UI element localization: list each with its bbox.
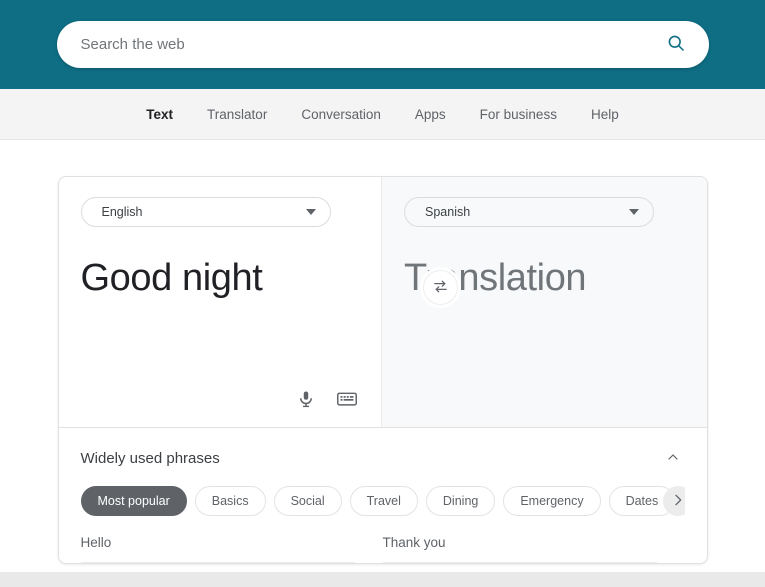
tab-conversation[interactable]: Conversation <box>284 89 398 140</box>
widely-used-phrases-section: Widely used phrases Most popular Basics … <box>58 428 707 563</box>
search-bar[interactable] <box>56 21 709 68</box>
phrases-header: Widely used phrases <box>81 446 685 470</box>
phrase-list: Hello Thank you <box>80 535 685 563</box>
source-language-label: English <box>101 205 143 219</box>
tab-for-business[interactable]: For business <box>463 89 574 140</box>
search-icon <box>666 33 686 56</box>
chip-emergency[interactable]: Emergency <box>503 486 601 516</box>
source-language-select[interactable]: English <box>80 197 331 227</box>
app-header <box>0 0 765 89</box>
chevron-right-icon <box>670 492 685 511</box>
nav-tabs: Text Translator Conversation Apps For bu… <box>0 89 765 140</box>
target-language-label: Spanish <box>425 205 471 219</box>
chip-basics[interactable]: Basics <box>194 486 266 516</box>
collapse-phrases-button[interactable] <box>661 446 685 470</box>
translator-panes: English Good night Spanish Translation <box>58 177 707 428</box>
phrase-category-chips: Most popular Basics Social Travel Dining… <box>80 486 685 516</box>
chip-travel[interactable]: Travel <box>349 486 418 516</box>
phrase-column-right: Thank you <box>382 535 685 563</box>
keyboard-icon <box>337 391 357 410</box>
source-tools <box>297 390 357 411</box>
chip-most-popular[interactable]: Most popular <box>80 486 187 516</box>
tab-apps[interactable]: Apps <box>398 89 463 140</box>
page-bottom-strip <box>0 572 765 587</box>
chevron-down-icon <box>305 209 316 215</box>
swap-arrows-icon <box>432 278 449 298</box>
chevron-up-icon <box>665 449 681 468</box>
source-pane: English Good night <box>58 177 382 427</box>
keyboard-button[interactable] <box>337 391 357 410</box>
chip-dining[interactable]: Dining <box>425 486 496 516</box>
phrases-title: Widely used phrases <box>80 449 220 467</box>
main-content: English Good night Spanish Translation W… <box>0 140 765 587</box>
tab-translator[interactable]: Translator <box>190 89 284 140</box>
source-text-input[interactable]: Good night <box>81 257 360 317</box>
microphone-button[interactable] <box>297 390 315 411</box>
phrase-categories: Most popular Basics Social Travel Dining… <box>80 486 685 517</box>
target-language-select[interactable]: Spanish <box>404 197 654 227</box>
search-button[interactable] <box>661 30 691 60</box>
list-item[interactable]: Thank you <box>382 535 657 563</box>
swap-languages-button[interactable] <box>422 270 458 305</box>
chip-social[interactable]: Social <box>273 486 342 516</box>
tab-help[interactable]: Help <box>574 89 636 140</box>
tab-text[interactable]: Text <box>129 89 190 140</box>
microphone-icon <box>297 390 315 411</box>
search-input[interactable] <box>80 36 661 53</box>
list-item[interactable]: Hello <box>80 535 355 563</box>
chevron-down-icon <box>629 209 639 215</box>
phrase-column-left: Hello <box>80 535 383 563</box>
translator-card: English Good night Spanish Translation W… <box>57 176 708 564</box>
